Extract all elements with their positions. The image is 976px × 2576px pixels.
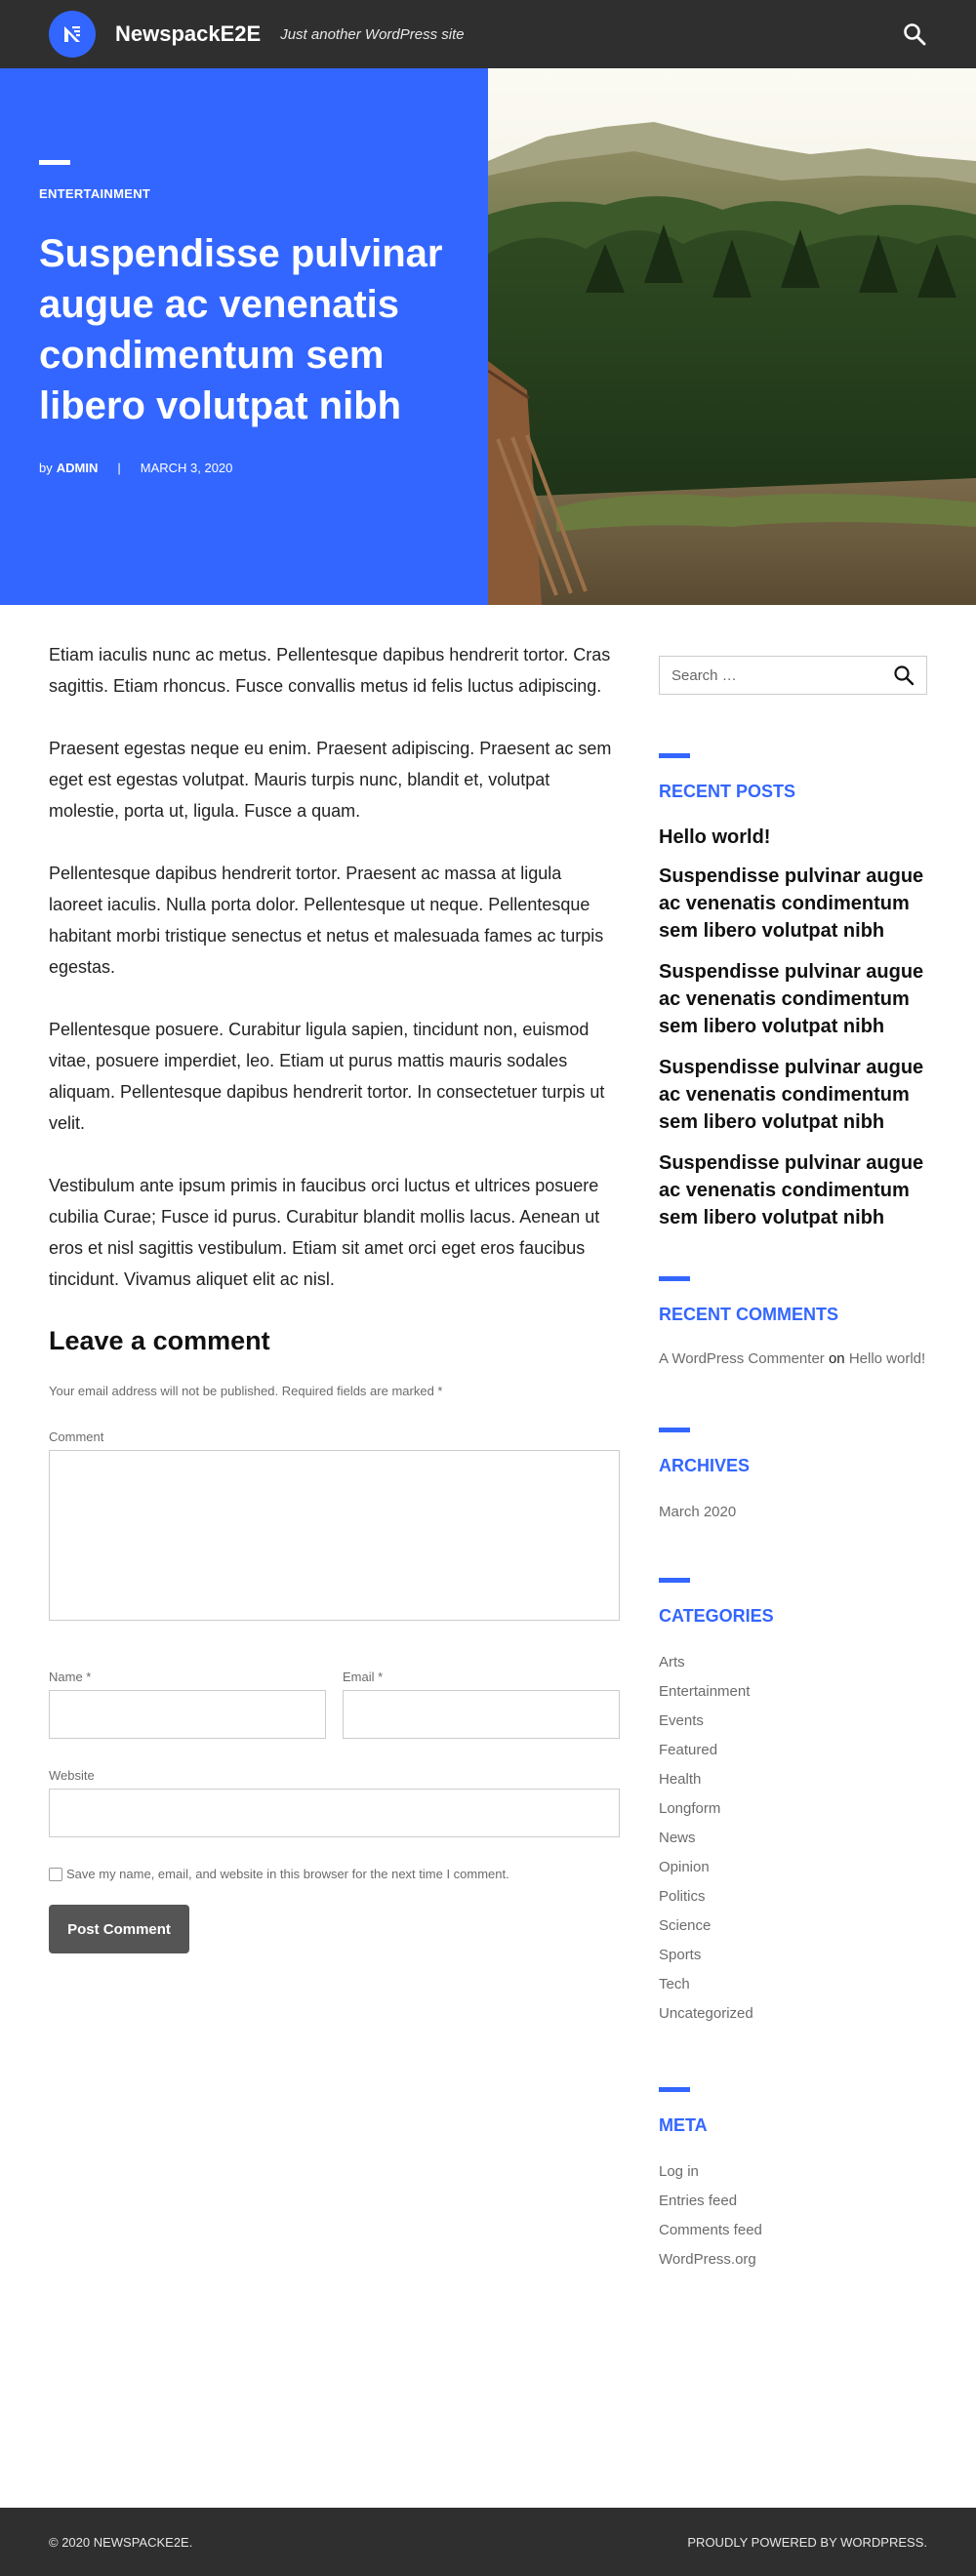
archives-list: March 2020 [659,1498,927,1527]
article-paragraph: Etiam iaculis nunc ac metus. Pellentesqu… [49,645,611,696]
widget-title: META [659,2115,708,2135]
post-comment-button[interactable]: Post Comment [49,1905,189,1953]
category-link[interactable]: Uncategorized [659,1999,927,2029]
meta-link[interactable]: Log in [659,2157,927,2187]
site-header: NewspackE2E Just another WordPress site [0,0,976,68]
author-link[interactable]: ADMIN [57,461,99,475]
byline-label: by [39,461,53,475]
sidebar: Search … RECENT POSTS Hello world! Suspe… [659,605,927,2274]
category-link[interactable]: Opinion [659,1853,927,1882]
comment-post-link[interactable]: Hello world! [849,1350,925,1367]
comment-on-label: on [828,1350,845,1367]
article-paragraph: Praesent egestas neque eu enim. Praesent… [49,739,612,821]
recent-comments-widget: RECENT COMMENTS A WordPress Commenter on… [659,1276,927,1371]
search-placeholder: Search … [671,666,737,684]
website-field[interactable] [49,1789,620,1837]
category-link[interactable]: News [659,1824,927,1853]
widget-title: ARCHIVES [659,1456,751,1475]
meta-link[interactable]: Comments feed [659,2216,927,2245]
widget-accent-bar [659,1428,690,1432]
mountain-forest-image [488,68,976,605]
widget-title: RECENT POSTS [659,782,796,801]
site-logo[interactable] [49,11,96,58]
category-link[interactable]: Featured [659,1736,927,1765]
site-title[interactable]: NewspackE2E [115,21,261,47]
category-link[interactable]: Tech [659,1970,927,1999]
cookie-consent: Save my name, email, and website in this… [49,1867,620,1881]
category-link[interactable]: Events [659,1707,927,1736]
recent-post-link[interactable]: Suspendisse pulvinar augue ac venenatis … [659,863,927,945]
category-link[interactable]: Science [659,1912,927,1941]
cookie-consent-checkbox[interactable] [49,1867,62,1881]
hero-text-panel: ENTERTAINMENT Suspendisse pulvinar augue… [0,68,488,605]
category-link[interactable]: Sports [659,1941,927,1970]
article-paragraph: Pellentesque posuere. Curabitur ligula s… [49,1020,605,1133]
categories-widget: CATEGORIES Arts Entertainment Events Fea… [659,1578,927,2029]
meta-link[interactable]: WordPress.org [659,2245,927,2274]
comment-author-link[interactable]: A WordPress Commenter [659,1350,825,1367]
widget-accent-bar [659,1276,690,1281]
meta-separator: | [117,461,121,475]
article-body: Etiam iaculis nunc ac metus. Pellentesqu… [49,605,620,2274]
site-footer: © 2020 NEWSPACKE2E. PROUDLY POWERED BY W… [0,2508,976,2576]
name-field[interactable] [49,1690,326,1739]
featured-hero: ENTERTAINMENT Suspendisse pulvinar augue… [0,68,976,605]
post-category-link[interactable]: ENTERTAINMENT [39,186,449,201]
widget-accent-bar [659,2087,690,2092]
site-tagline: Just another WordPress site [280,25,465,43]
footer-copyright: © 2020 NEWSPACKE2E. [49,2534,193,2550]
category-link[interactable]: Arts [659,1648,927,1677]
category-link[interactable]: Longform [659,1794,927,1824]
post-date: MARCH 3, 2020 [140,461,233,475]
recent-comment: A WordPress Commenter on Hello world! [659,1347,927,1371]
comment-notes: Your email address will not be published… [49,1384,443,1398]
sidebar-search-input[interactable]: Search … [659,656,927,695]
recent-posts-widget: RECENT POSTS Hello world! Suspendisse pu… [659,753,927,1231]
article-paragraph: Pellentesque dapibus hendrerit tortor. P… [49,864,604,977]
post-meta: by ADMIN | MARCH 3, 2020 [39,461,449,475]
cookie-consent-label: Save my name, email, and website in this… [66,1867,509,1881]
featured-image [488,68,976,605]
footer-powered-by-link[interactable]: PROUDLY POWERED BY WORDPRESS. [687,2535,927,2550]
category-link[interactable]: Politics [659,1882,927,1912]
recent-post-link[interactable]: Suspendisse pulvinar augue ac venenatis … [659,1149,927,1231]
website-label: Website [49,1768,95,1783]
recent-post-link[interactable]: Suspendisse pulvinar augue ac venenatis … [659,1054,927,1136]
widget-title: CATEGORIES [659,1606,774,1626]
meta-list: Log in Entries feed Comments feed WordPr… [659,2157,927,2274]
post-title: Suspendisse pulvinar augue ac venenatis … [39,232,443,427]
archive-link[interactable]: March 2020 [659,1498,927,1527]
header-search-button[interactable] [902,21,927,47]
recent-post-link[interactable]: Hello world! [659,824,927,851]
search-icon[interactable] [893,664,915,686]
comment-form: Leave a comment Your email address will … [49,1326,620,1953]
comment-heading: Leave a comment [49,1326,270,1355]
archives-widget: ARCHIVES March 2020 [659,1428,927,1527]
category-link[interactable]: Entertainment [659,1677,927,1707]
widget-title: RECENT COMMENTS [659,1305,838,1324]
comment-label: Comment [49,1429,104,1444]
email-label: Email * [343,1670,384,1684]
widget-accent-bar [659,1578,690,1583]
widget-accent-bar [659,753,690,758]
category-link[interactable]: Health [659,1765,927,1794]
meta-widget: META Log in Entries feed Comments feed W… [659,2087,927,2274]
newspack-logo-icon [64,26,80,42]
meta-link[interactable]: Entries feed [659,2187,927,2216]
recent-post-link[interactable]: Suspendisse pulvinar augue ac venenatis … [659,958,927,1040]
comment-textarea[interactable] [49,1450,620,1621]
email-field[interactable] [343,1690,620,1739]
hero-accent-bar [39,160,70,165]
search-icon [904,23,926,46]
name-label: Name * [49,1670,92,1684]
content-area: Etiam iaculis nunc ac metus. Pellentesqu… [0,605,976,2274]
article-paragraph: Vestibulum ante ipsum primis in faucibus… [49,1176,600,1289]
categories-list: Arts Entertainment Events Featured Healt… [659,1648,927,2029]
